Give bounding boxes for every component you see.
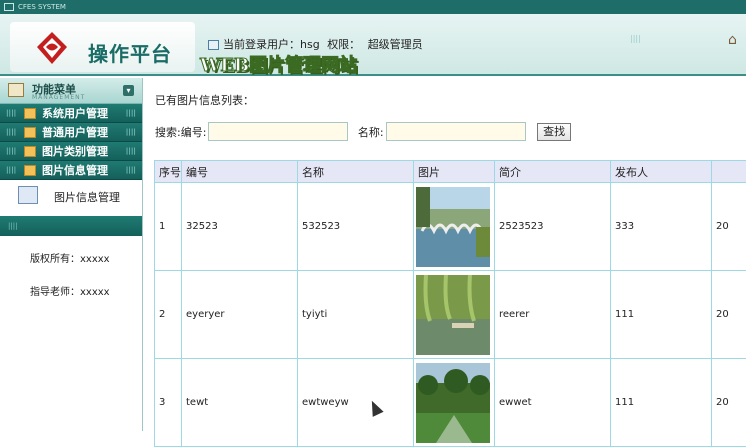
col-intro: 简介 [495, 161, 611, 183]
folder-icon [24, 108, 36, 119]
search-name-input[interactable] [386, 122, 526, 141]
titlebar-text: CFES SYSTEM [18, 3, 66, 11]
folder-icon [24, 127, 36, 138]
user-role: 超级管理员 [368, 38, 423, 51]
col-extra [712, 161, 746, 183]
sidebar-item-label: 图片信息管理 [42, 164, 108, 177]
search-id-label: 搜索:编号: [155, 124, 206, 140]
menu-icon [8, 83, 24, 97]
header-divider: |||| [630, 34, 641, 43]
collapse-icon[interactable]: ▾ [123, 85, 134, 96]
col-name: 名称 [298, 161, 414, 183]
page-header: 操作平台 当前登录用户：hsg 权限： 超级管理员 |||| ⌂ WEB图片管理… [0, 14, 746, 76]
folder-icon [24, 165, 36, 176]
table-row[interactable]: 1 32523 532523 2523523 333 20 [155, 183, 746, 271]
sidebar-item-label: 图片类别管理 [42, 145, 108, 158]
main-content: 已有图片信息列表： 搜索:编号: 名称: 查找 序号 编号 名称 图片 简介 发… [146, 78, 746, 431]
sidebar: 功能菜单 MANAGEMENT ▾ ||||系统用户管理|||| ||||普通用… [0, 78, 143, 431]
search-id-input[interactable] [208, 122, 348, 141]
folder-icon [24, 146, 36, 157]
list-caption: 已有图片信息列表： [155, 92, 254, 108]
sidebar-item-normal-users[interactable]: ||||普通用户管理|||| [0, 123, 142, 142]
sidebar-subitem-image-info[interactable]: 图片信息管理 [0, 180, 142, 210]
table-row[interactable]: 2 eyeryer tyiyti reerer 111 20 [155, 271, 746, 359]
logo-icon [32, 30, 72, 66]
window-icon [4, 3, 14, 11]
sidebar-item-image-info[interactable]: ||||图片信息管理|||| [0, 161, 142, 180]
sidebar-divider: |||| [0, 216, 142, 236]
user-icon [208, 40, 219, 50]
table-header: 序号 编号 名称 图片 简介 发布人 [155, 161, 746, 183]
search-name-label: 名称: [358, 124, 384, 140]
col-seq: 序号 [155, 161, 182, 183]
user-info: 当前登录用户：hsg 权限： 超级管理员 [208, 36, 423, 52]
logo: 操作平台 [10, 22, 195, 72]
copyright: 版权所有：xxxxx [0, 250, 142, 265]
site-name: WEB图片管理网站 [200, 51, 357, 77]
sidebar-item-label: 系统用户管理 [42, 107, 108, 120]
willow-pond-photo[interactable] [416, 275, 490, 355]
col-image: 图片 [414, 161, 495, 183]
menu-header[interactable]: 功能菜单 MANAGEMENT ▾ [0, 78, 142, 104]
col-code: 编号 [182, 161, 298, 183]
sidebar-item-label: 普通用户管理 [42, 126, 108, 139]
current-user: hsg [300, 38, 320, 51]
logo-text: 操作平台 [88, 38, 172, 67]
sidebar-subitem-label: 图片信息管理 [54, 189, 120, 205]
teacher: 指导老师：xxxxx [0, 283, 142, 298]
app-titlebar: CFES SYSTEM [0, 0, 746, 14]
search-button[interactable]: 查找 [537, 123, 571, 141]
sidebar-item-image-categories[interactable]: ||||图片类别管理|||| [0, 142, 142, 161]
col-publisher: 发布人 [611, 161, 712, 183]
table-row[interactable]: 3 tewt ewtweyw ewwet 111 20 [155, 359, 746, 447]
bridge-photo[interactable] [416, 187, 490, 267]
sidebar-item-system-users[interactable]: ||||系统用户管理|||| [0, 104, 142, 123]
menu-subtitle: MANAGEMENT [32, 94, 85, 101]
home-icon[interactable]: ⌂ [728, 32, 737, 48]
document-icon [18, 186, 38, 204]
search-bar: 搜索:编号: 名称: 查找 [155, 122, 571, 141]
image-table: 序号 编号 名称 图片 简介 发布人 1 32523 532523 [154, 160, 746, 447]
